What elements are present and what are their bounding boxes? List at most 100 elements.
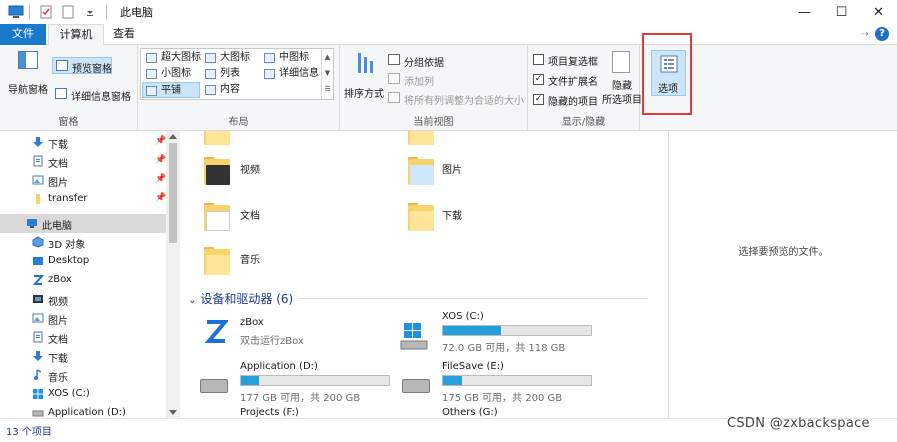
preview-pane-label: 预览窗格 [72,64,112,75]
computer-icon [26,217,38,229]
picture-icon [32,174,44,186]
pin-icon[interactable]: 📌 [155,193,166,203]
hidden-items-toggle[interactable]: ✓ 隐藏的项目 [533,93,607,108]
windows-drive-icon [32,388,44,400]
close-button[interactable]: ✕ [860,0,897,24]
help-icon[interactable]: ? [875,27,889,41]
properties-icon[interactable] [39,5,53,19]
maximize-button[interactable]: ☐ [823,0,860,24]
sort-by-button[interactable]: 排序方式 [344,49,386,100]
folder-tile-documents[interactable]: 文档 [200,201,350,237]
nav-item-downloads-2[interactable]: 下载 [0,347,166,366]
details-pane-button[interactable]: 详细信息窗格 [52,86,136,103]
add-column-icon [388,73,400,84]
tab-view[interactable]: 查看 [106,24,142,45]
layout-large-icons[interactable]: 大图标 [202,50,250,66]
item-checkboxes-toggle[interactable]: 项目复选框 [533,53,607,68]
group-by-button[interactable]: 分组依据 [388,52,458,69]
device-tile-drive-d[interactable]: Application (D:) 177 GB 可用，共 200 GB [198,359,398,404]
chevron-down-icon[interactable]: ⌄ [188,295,196,306]
drive-icon [402,379,430,393]
layout-details[interactable]: 详细信息 [261,66,319,82]
options-highlight-box [642,33,692,115]
nav-item-videos[interactable]: 视频 [0,290,166,309]
pin-icon[interactable]: 📌 [155,136,166,146]
nav-item-drive-d[interactable]: Application (D:) [0,404,166,418]
tab-computer[interactable]: 计算机 [48,24,104,46]
zbox-icon [32,274,45,286]
group-by-icon [388,54,400,65]
item-checkboxes-checkbox[interactable] [533,54,544,65]
nav-item-this-pc[interactable]: 此电脑 [0,214,166,233]
ribbon-tabs: 文件 计算机 查看 ⇢ ? [0,24,897,46]
layout-medium-icons[interactable]: 中图标 [261,50,309,66]
download-folder-icon [408,203,434,233]
item-count: 13 个项目 [6,427,52,438]
layout-content[interactable]: 内容 [202,82,240,98]
nav-item-drive-c[interactable]: XOS (C:) [0,385,166,404]
show-hide-group-label: 显示/隐藏 [561,117,606,128]
layout-tiles[interactable]: 平铺 [142,82,200,98]
device-tile-drive-f[interactable]: Projects (F:) [198,407,398,418]
nav-item-documents-2[interactable]: 文档 [0,328,166,347]
nav-item-3d-objects[interactable]: 3D 对象 [0,233,166,252]
layout-list[interactable]: 列表 [202,66,240,82]
add-column-button[interactable]: 添加列 [388,71,448,88]
nav-pane-scrollbar[interactable] [166,131,180,418]
scroll-down-icon[interactable] [169,410,177,415]
document-folder-icon [204,203,230,233]
folder-tile-downloads[interactable]: 下载 [404,201,554,237]
fit-columns-button[interactable]: 将所有列调整为合适的大小 [388,90,526,107]
preview-pane-button[interactable]: 预览窗格 [52,57,112,75]
devices-section-header[interactable]: ⌄ 设备和驱动器 (6) [188,290,293,307]
folder-tile-music[interactable]: 音乐 [200,245,350,281]
nav-item-pictures-2[interactable]: 图片 [0,309,166,328]
nav-item-transfer[interactable]: transfer 📌 [0,190,166,209]
file-extensions-checkbox[interactable]: ✓ [533,74,544,85]
ribbon-tab-controls: ⇢ ? [861,27,889,41]
hidden-items-checkbox[interactable]: ✓ [533,94,544,105]
file-extensions-toggle[interactable]: ✓ 文件扩展名 [533,73,607,88]
add-column-label: 添加列 [404,77,434,88]
device-tile-drive-e[interactable]: FileSave (E:) 175 GB 可用，共 200 GB [400,359,620,404]
hide-selected-button[interactable]: 隐藏 所选项目 [602,49,642,106]
partial-folder-icon [204,131,230,147]
layout-group-label: 布局 [228,117,249,128]
nav-item-downloads[interactable]: 下载 📌 [0,133,166,152]
pin-icon[interactable]: 📌 [155,174,166,184]
nav-item-pictures[interactable]: 图片 📌 [0,171,166,190]
watermark-text: CSDN @zxbackspace [727,416,870,431]
device-tile-drive-g[interactable]: Others (G:) [400,407,600,418]
nav-item-desktop[interactable]: Desktop [0,252,166,271]
extra-large-icons-icon [146,53,157,63]
drive-e-usage-fill [443,376,463,385]
minimize-button[interactable]: — [786,0,823,24]
3d-objects-icon [32,236,44,248]
device-tile-zbox[interactable]: zBox 双击运行zBox [200,315,390,349]
device-tile-drive-c[interactable]: XOS (C:) 72.0 GB 可用，共 118 GB [400,309,620,354]
preview-empty-text: 选择要预览的文件。 [738,247,829,258]
nav-item-documents[interactable]: 文档 📌 [0,152,166,171]
scrollbar-thumb[interactable] [169,143,177,243]
tab-file[interactable]: 文件 [0,24,46,45]
quick-access-dropdown-icon[interactable] [83,5,97,19]
pin-icon[interactable]: 📌 [155,155,166,165]
title-separator [29,5,30,19]
folder-tile-pictures[interactable]: 图片 [404,155,554,191]
expand-ribbon-icon[interactable]: ⇢ [861,29,869,40]
layout-gallery-scroll[interactable]: ▲ ▼ ☰ [321,49,333,99]
nav-pane-label: 导航窗格 [8,85,48,96]
layout-extra-large-icons[interactable]: 超大图标 [143,50,201,66]
picture-icon [32,312,44,324]
new-folder-icon[interactable] [61,5,75,19]
nav-pane-button[interactable]: 导航窗格 [8,49,48,96]
preview-pane-icon [56,60,68,71]
folder-tile-videos[interactable]: 视频 [200,155,350,191]
scroll-up-icon[interactable] [169,134,177,139]
fit-columns-label: 将所有列调整为合适的大小 [404,96,524,107]
nav-item-music[interactable]: 音乐 [0,366,166,385]
document-icon [32,331,44,343]
computer-icon[interactable] [8,4,24,20]
layout-small-icons[interactable]: 小图标 [143,66,191,82]
nav-item-zbox[interactable]: zBox [0,271,166,290]
